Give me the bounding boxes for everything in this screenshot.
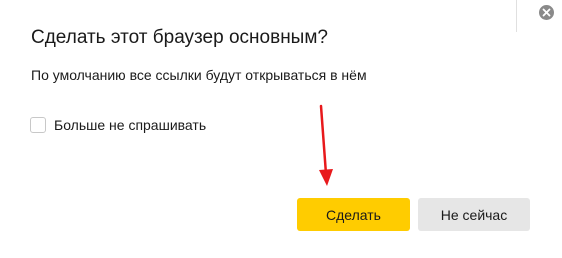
arrow-down-icon <box>319 104 333 186</box>
dont-ask-again-checkbox[interactable] <box>30 117 46 133</box>
dont-ask-again-label: Больше не спрашивать <box>54 117 207 133</box>
frame-divider <box>516 0 517 32</box>
dialog-title: Сделать этот браузер основным? <box>31 27 328 48</box>
dont-ask-again-option[interactable]: Больше не спрашивать <box>30 117 206 133</box>
close-button[interactable] <box>539 5 554 20</box>
dialog-message: По умолчанию все ссылки будут открыватьс… <box>31 67 367 83</box>
close-icon <box>542 8 551 17</box>
not-now-button[interactable]: Не сейчас <box>418 198 530 231</box>
make-default-button[interactable]: Сделать <box>297 198 410 231</box>
default-browser-dialog: Сделать этот браузер основным? По умолча… <box>0 0 562 258</box>
